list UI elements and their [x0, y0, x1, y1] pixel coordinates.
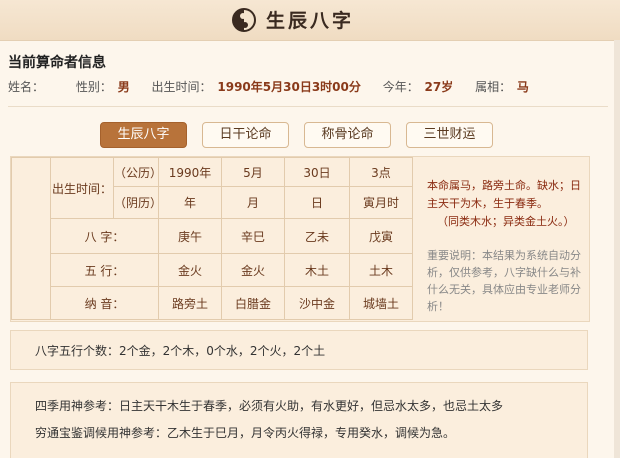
nayin-label: 纳 音： [50, 286, 159, 320]
bazi-table: 出生时间： （公历） 1990年 5月 30日 3点 （阴历） 年 月 日 寅月… [11, 157, 413, 320]
nayin-year: 路旁土 [158, 286, 222, 320]
page-scrollbar[interactable] [614, 40, 620, 458]
name-label: 姓名： [8, 80, 45, 94]
lunar-day: 日 [284, 186, 350, 219]
bazi-day: 乙未 [284, 218, 350, 254]
lunar-month: 月 [221, 186, 285, 219]
tab-bar: 生辰八字 日干论命 称骨论命 三世财运 [100, 122, 493, 148]
gender-value: 男 [117, 80, 130, 94]
important-notice: 重要说明：本结果为系统自动分析，仅供参考，八字缺什么与补什么无关，具体应由专业老… [427, 249, 581, 313]
wuxing-year: 金火 [158, 253, 222, 287]
age-value: 27岁 [424, 80, 454, 94]
wuxing-count: 八字五行个数：2个金，2个木，0个水，2个火，2个土 [10, 330, 588, 370]
info-row: 姓名： 性别： 男 出生时间： 1990年5月30日3时00分 今年： 27岁 … [8, 78, 547, 95]
birth-time-label: 出生时间： [50, 157, 114, 219]
zodiac-label: 属相： [475, 80, 512, 94]
destiny-categories: （同类木水；异类金土火。） [437, 215, 575, 228]
nayin-hour: 城墙土 [349, 286, 413, 320]
tab-caiyun[interactable]: 三世财运 [406, 122, 493, 148]
info-heading: 当前算命者信息 [8, 55, 106, 71]
site-title: 生辰八字 [266, 10, 355, 32]
tab-rigan[interactable]: 日干论命 [202, 122, 289, 148]
qiongtong-reference: 穷通宝鉴调候用神参考：乙木生于巳月，月令丙火得禄，专用癸水，调候为急。 [35, 426, 456, 440]
birth-value: 1990年5月30日3时00分 [217, 80, 361, 94]
age-label: 今年： [382, 80, 419, 94]
solar-year: 1990年 [158, 157, 222, 187]
reference-panel: 四季用神参考：日主天干木生于春季，必须有火助，有水更好，但忌水太多，也忌土太多 … [10, 382, 588, 458]
solar-month: 5月 [221, 157, 285, 187]
site-header: 生辰八字 [0, 0, 620, 41]
bazi-year: 庚午 [158, 218, 222, 254]
lunar-label: （阴历） [113, 186, 162, 219]
wuxing-month: 金火 [221, 253, 285, 287]
bazi-month: 辛巳 [221, 218, 285, 254]
season-reference: 四季用神参考：日主天干木生于春季，必须有火助，有水更好，但忌水太多，也忌土太多 [35, 399, 504, 413]
tab-bazi[interactable]: 生辰八字 [100, 122, 187, 148]
destiny-line: 本命属马，路旁土命。缺水；日主天干为木，生于春季。 [427, 179, 581, 210]
bazi-label: 八 字： [50, 218, 159, 254]
yin-yang-icon [232, 7, 256, 32]
wuxing-day: 木土 [284, 253, 350, 287]
bazi-panel: 出生时间： （公历） 1990年 5月 30日 3点 （阴历） 年 月 日 寅月… [10, 156, 590, 322]
divider [8, 106, 608, 107]
bazi-hour: 戊寅 [349, 218, 413, 254]
solar-hour: 3点 [349, 157, 413, 187]
gender-label: 性别： [75, 80, 112, 94]
wuxing-label: 五 行： [50, 253, 159, 287]
tab-chenggu[interactable]: 称骨论命 [304, 122, 391, 148]
wuxing-hour: 土木 [349, 253, 413, 287]
solar-label: （公历） [113, 157, 162, 187]
birth-label: 出生时间： [151, 80, 212, 94]
solar-day: 30日 [284, 157, 350, 187]
zodiac-value: 马 [516, 80, 529, 94]
lunar-year: 年 [158, 186, 222, 219]
nayin-month: 白腊金 [221, 286, 285, 320]
destiny-summary: 本命属马，路旁土命。缺水；日主天干为木，生于春季。 （同类木水；异类金土火。） [427, 177, 583, 231]
lunar-hour: 寅月时 [349, 186, 413, 219]
nayin-day: 沙中金 [284, 286, 350, 320]
